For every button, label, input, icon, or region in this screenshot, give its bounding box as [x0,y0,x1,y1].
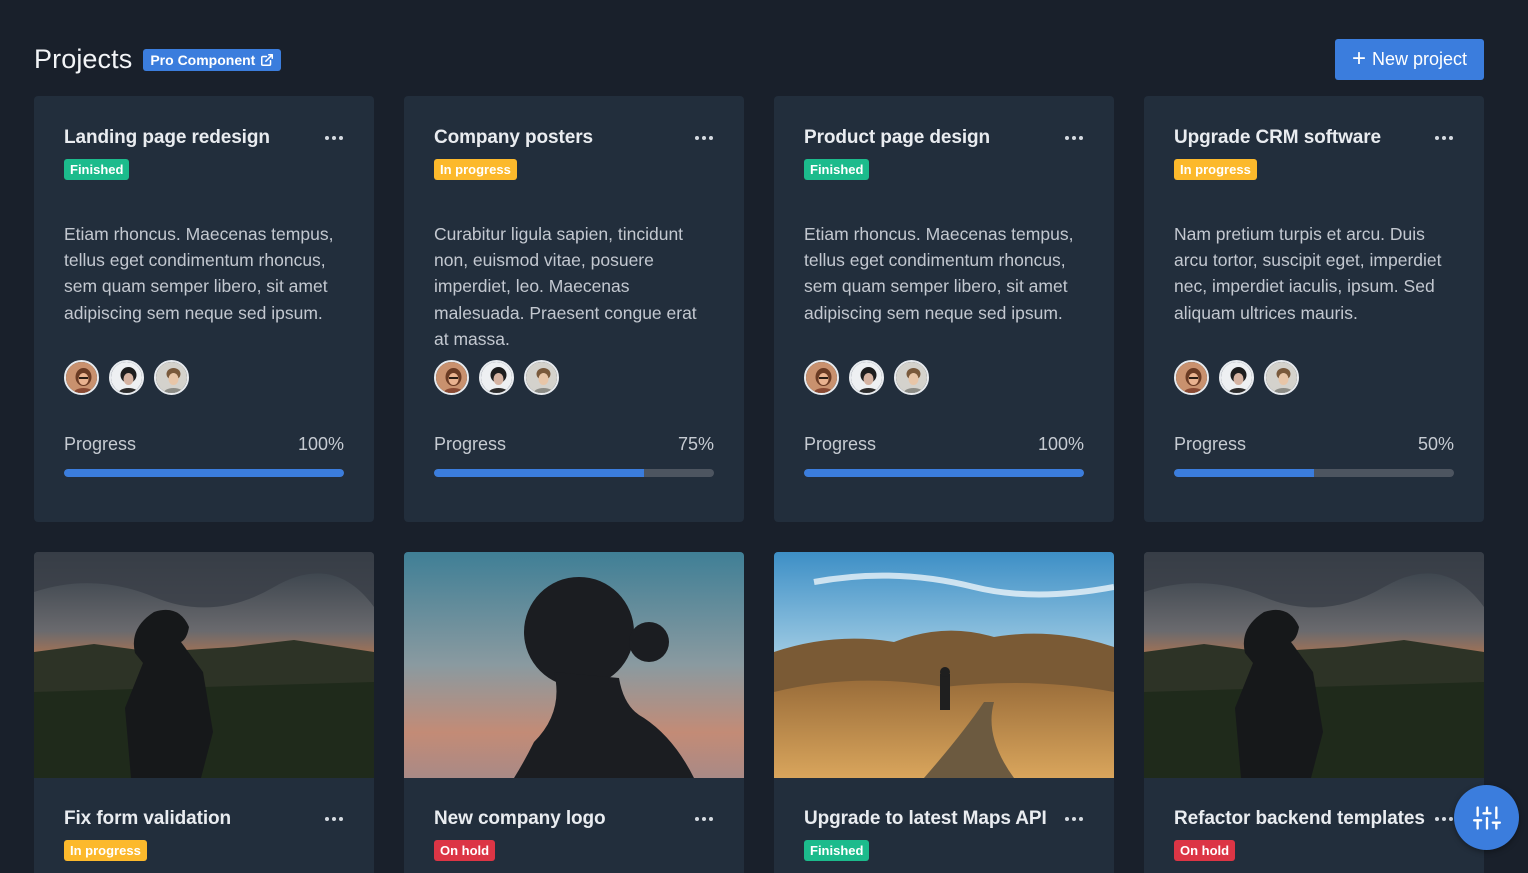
more-dots-icon[interactable] [695,807,713,821]
progress-label: Progress [434,434,507,454]
card-title: Landing page redesign [64,127,270,148]
avatar[interactable] [64,360,99,395]
project-image-card: Refactor backend templates On hold [1144,552,1484,873]
avatar[interactable] [109,360,144,395]
avatar-group [434,360,714,395]
progress-value: 100% [1037,434,1084,454]
status-badge: In progress [64,840,147,861]
progress-bar-fill [64,469,344,477]
card-title: Upgrade CRM software [1174,127,1382,148]
project-image-card: Upgrade to latest Maps API Finished [774,552,1114,873]
avatar-group [64,360,344,395]
new-project-button[interactable]: + New project [1334,39,1484,80]
card-description: Etiam rhoncus. Maecenas tempus, tellus e… [64,224,334,323]
progress-bar-fill [804,469,1084,477]
project-card: Landing page redesign Finished Etiam rho… [34,96,374,522]
card-description: Nam pretium turpis et arcu. Duis arcu to… [1174,224,1442,323]
card-description: Etiam rhoncus. Maecenas tempus, tellus e… [804,224,1074,323]
project-image-card: New company logo On hold [404,552,744,873]
progress-row: Progress 50% [1174,434,1454,455]
project-card: Company posters In progress Curabitur li… [404,96,744,522]
pro-badge-label: Pro Component [150,51,256,68]
progress-label: Progress [64,434,137,454]
projects-grid: Landing page redesign Finished Etiam rho… [34,96,1484,873]
avatar[interactable] [154,360,189,395]
new-project-label: New project [1371,49,1467,69]
card-title: Company posters [434,127,593,148]
progress-label: Progress [1174,434,1247,454]
external-link-icon [261,53,274,66]
pro-component-badge[interactable]: Pro Component [143,48,282,71]
progress-bar [434,469,714,477]
plus-icon: + [1351,44,1366,72]
page-title: Projects [34,44,133,74]
card-title: Upgrade to latest Maps API [804,808,1047,829]
avatar-group [1174,360,1454,395]
avatar[interactable] [804,360,839,395]
project-card: Product page design Finished Etiam rhonc… [774,96,1114,522]
sliders-icon [1472,805,1501,830]
card-title: Product page design [804,127,991,148]
page-header: Projects Pro Component + New project [34,39,1484,80]
project-card: Upgrade CRM software In progress Nam pre… [1144,96,1484,522]
card-title: Fix form validation [64,808,232,829]
card-title: Refactor backend templates [1174,808,1425,829]
more-dots-icon[interactable] [1435,126,1453,140]
landscape-photo [774,552,1114,778]
card-description: Curabitur ligula sapien, tincidunt non, … [434,224,697,349]
avatar[interactable] [434,360,469,395]
avatar[interactable] [894,360,929,395]
more-dots-icon[interactable] [325,126,343,140]
title-wrap: Projects Pro Component [34,44,282,75]
progress-value: 75% [677,434,714,454]
avatar[interactable] [1219,360,1254,395]
status-badge: Finished [804,840,870,861]
status-badge: In progress [1174,159,1257,180]
status-badge: Finished [64,159,130,180]
settings-fab-button[interactable] [1454,785,1519,850]
avatar[interactable] [1264,360,1299,395]
avatar-group [804,360,1084,395]
progress-value: 50% [1417,434,1454,454]
more-dots-icon[interactable] [1435,807,1453,821]
avatar[interactable] [1174,360,1209,395]
more-dots-icon[interactable] [1065,126,1083,140]
progress-value: 100% [297,434,344,454]
silhouette-photo [404,552,744,778]
progress-bar [1174,469,1454,477]
progress-bar [64,469,344,477]
progress-row: Progress 75% [434,434,714,455]
card-title: New company logo [434,808,606,829]
progress-label: Progress [804,434,877,454]
status-badge: On hold [1174,840,1236,861]
sunset-photo [34,552,374,778]
progress-row: Progress 100% [64,434,344,455]
status-badge: On hold [434,840,496,861]
avatar[interactable] [479,360,514,395]
avatar[interactable] [524,360,559,395]
status-badge: In progress [434,159,517,180]
progress-row: Progress 100% [804,434,1084,455]
progress-bar-fill [434,469,644,477]
progress-bar [804,469,1084,477]
more-dots-icon[interactable] [695,126,713,140]
more-dots-icon[interactable] [1065,807,1083,821]
sunset-photo [1144,552,1484,778]
status-badge: Finished [804,159,870,180]
more-dots-icon[interactable] [325,807,343,821]
progress-bar-fill [1174,469,1314,477]
project-image-card: Fix form validation In progress [34,552,374,873]
avatar[interactable] [849,360,884,395]
